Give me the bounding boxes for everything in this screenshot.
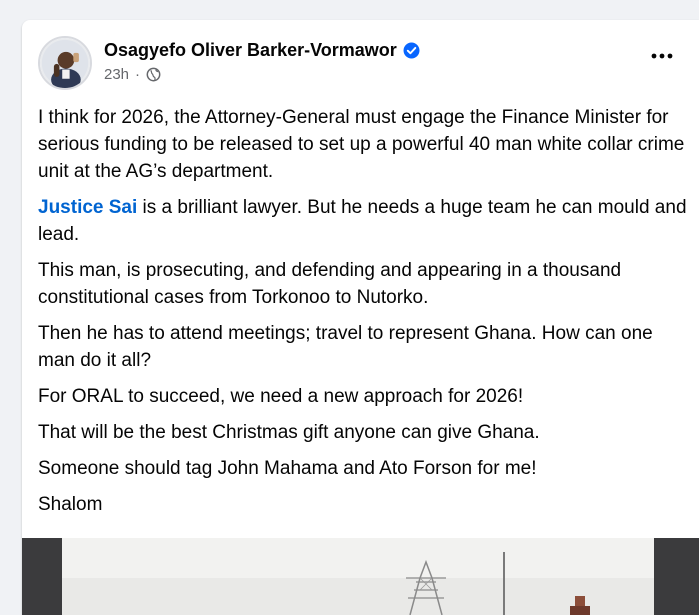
post-timestamp[interactable]: 23h bbox=[104, 66, 129, 83]
post-photo[interactable] bbox=[22, 538, 699, 615]
post-paragraph: Someone should tag John Mahama and Ato F… bbox=[38, 458, 537, 479]
post-card: Osagyefo Oliver Barker-Vormawor 23h · I … bbox=[22, 20, 699, 615]
post-paragraph: Then he has to attend meetings; travel t… bbox=[38, 323, 653, 371]
avatar-photo bbox=[40, 38, 90, 88]
post-paragraph: That will be the best Christmas gift any… bbox=[38, 422, 540, 443]
mention-link[interactable]: Justice Sai bbox=[38, 197, 137, 218]
post-meta: 23h · bbox=[104, 66, 161, 83]
post-paragraph: Shalom bbox=[38, 494, 103, 515]
more-horizontal-icon bbox=[651, 53, 673, 59]
meta-separator: · bbox=[135, 66, 141, 83]
post-paragraph: For ORAL to succeed, we need a new appro… bbox=[38, 386, 524, 407]
verified-badge-icon bbox=[403, 42, 420, 59]
post-paragraph: Justice Sai is a brilliant lawyer. But h… bbox=[38, 194, 688, 248]
author-avatar[interactable] bbox=[38, 36, 92, 90]
photo-image bbox=[22, 538, 699, 615]
post-header: Osagyefo Oliver Barker-Vormawor 23h · bbox=[22, 20, 699, 96]
more-options-button[interactable] bbox=[645, 46, 679, 66]
author-line: Osagyefo Oliver Barker-Vormawor bbox=[104, 40, 420, 61]
globe-icon[interactable] bbox=[146, 67, 161, 82]
post-paragraph: I think for 2026, the Attorney-General m… bbox=[38, 107, 685, 182]
author-name[interactable]: Osagyefo Oliver Barker-Vormawor bbox=[104, 40, 397, 61]
post-body: I think for 2026, the Attorney-General m… bbox=[38, 104, 688, 527]
post-paragraph: This man, is prosecuting, and defending … bbox=[38, 260, 622, 308]
